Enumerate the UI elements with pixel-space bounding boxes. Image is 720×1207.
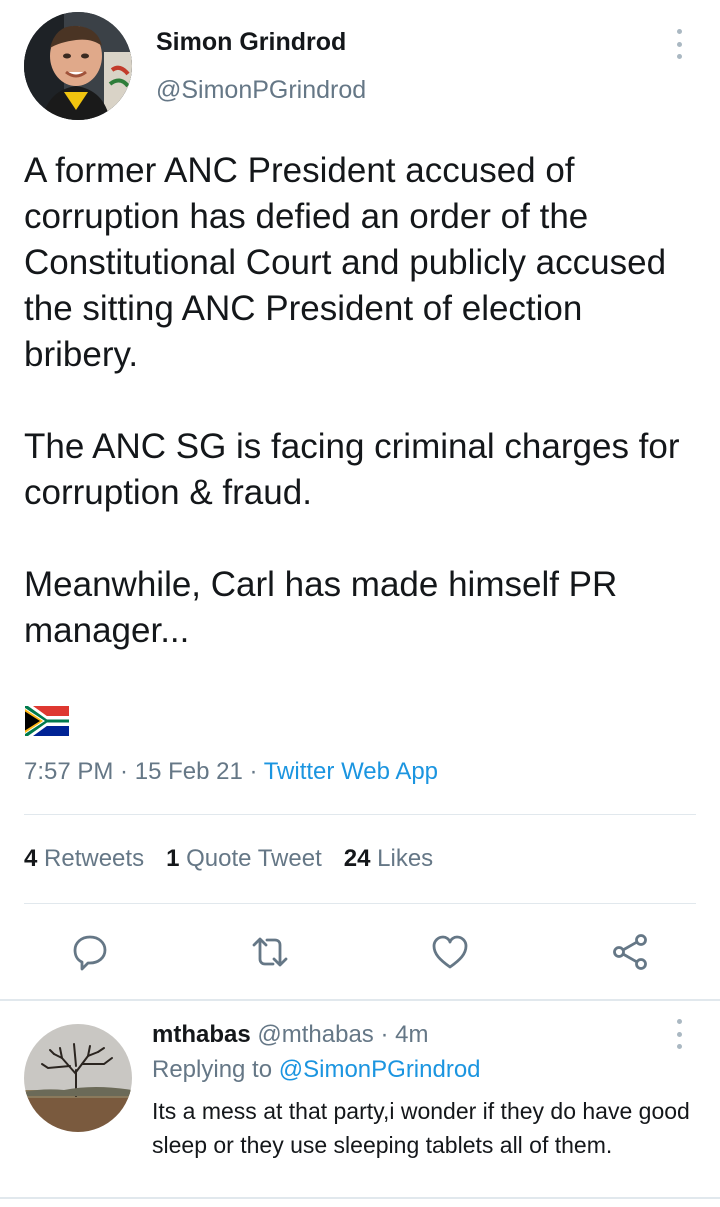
tweet-stats: 4 Retweets 1 Quote Tweet 24 Likes	[24, 845, 455, 873]
quote-tweets-count: 1	[166, 845, 180, 872]
reply-separator: ·	[373, 1021, 396, 1048]
retweet-icon[interactable]	[246, 928, 294, 976]
tweet-time: 7:57 PM	[24, 758, 114, 785]
south-africa-flag-icon	[25, 706, 69, 736]
tweet-source-link[interactable]: Twitter Web App	[264, 758, 438, 785]
likes-label: Likes	[377, 845, 434, 872]
meta-separator: ·	[113, 758, 135, 785]
section-divider	[0, 1197, 720, 1199]
author-name[interactable]: Simon Grindrod	[156, 28, 346, 57]
replying-to-handle-link[interactable]: @SimonPGrindrod	[279, 1056, 481, 1083]
meta-separator: ·	[242, 758, 264, 785]
reply-header: mthabas @mthabas · 4m	[152, 1021, 428, 1049]
tweet-paragraph: Meanwhile, Carl has made himself PR mana…	[24, 565, 618, 650]
tweet-paragraph: A former ANC President accused of corrup…	[24, 151, 667, 374]
tweet-more-options-icon[interactable]	[669, 29, 689, 59]
tweet-text: A former ANC President accused of corrup…	[24, 148, 694, 654]
replying-to: Replying to @SimonPGrindrod	[152, 1056, 481, 1084]
likes-count: 24	[343, 845, 371, 872]
retweets-count: 4	[24, 845, 38, 872]
tweet-paragraph: The ANC SG is facing criminal charges fo…	[24, 427, 680, 512]
quote-tweets-label: Quote Tweet	[186, 845, 322, 872]
share-icon[interactable]	[606, 928, 654, 976]
divider	[24, 814, 696, 815]
reply-author-avatar[interactable]	[24, 1024, 132, 1132]
reply-time: 4m	[395, 1021, 429, 1048]
likes-stat[interactable]: 24 Likes	[344, 845, 433, 872]
tweet-date: 15 Feb 21	[134, 758, 243, 785]
replying-prefix: Replying to	[152, 1056, 273, 1083]
retweets-stat[interactable]: 4 Retweets	[24, 845, 144, 872]
reply-icon[interactable]	[66, 928, 114, 976]
reply-text: Its a mess at that party,i wonder if the…	[152, 1098, 690, 1158]
reply-author-handle[interactable]: @mthabas	[257, 1021, 373, 1048]
divider	[24, 903, 696, 904]
tweet-meta: 7:57 PM · 15 Feb 21 · Twitter Web App	[24, 758, 438, 786]
author-handle[interactable]: @SimonPGrindrod	[156, 76, 366, 105]
quote-tweets-stat[interactable]: 1 Quote Tweet	[166, 845, 322, 872]
reply-author-name[interactable]: mthabas	[152, 1021, 251, 1048]
section-divider	[0, 999, 720, 1001]
reply-more-options-icon[interactable]	[669, 1019, 689, 1049]
retweets-label: Retweets	[44, 845, 145, 872]
author-avatar[interactable]	[24, 12, 132, 120]
like-icon[interactable]	[426, 928, 474, 976]
